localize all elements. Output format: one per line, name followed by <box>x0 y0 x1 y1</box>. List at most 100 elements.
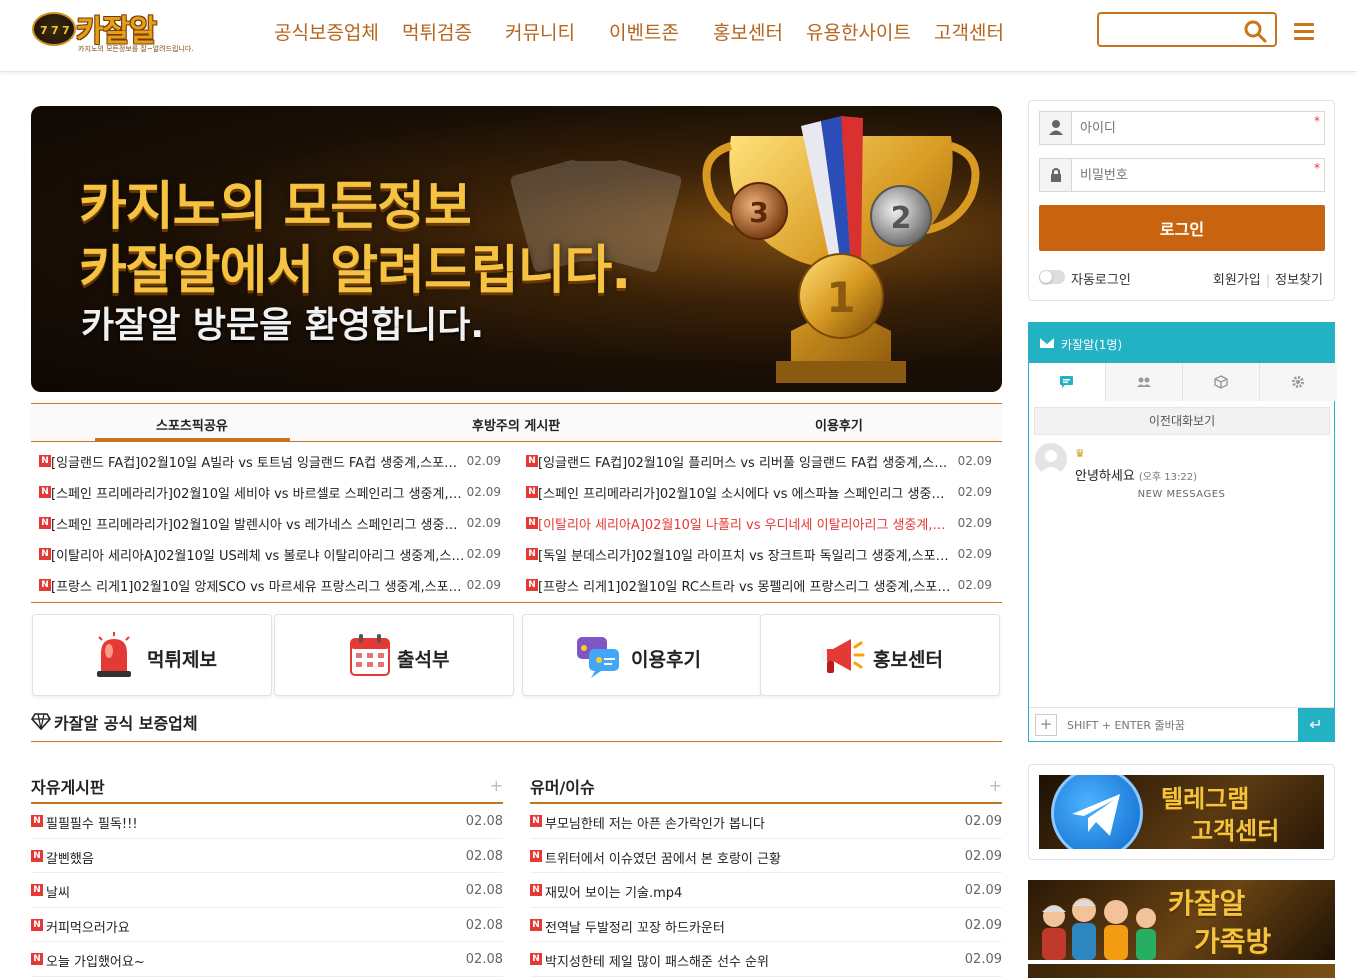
tab-sports-picks[interactable]: 스포츠픽공유 <box>156 415 228 434</box>
post-title[interactable]: [독일 분데스리가]02월10일 라이프치 vs 장크트파 독일리그 생중계,스… <box>538 545 952 564</box>
hero-banner[interactable]: 카지노의 모든정보 카잘알에서 알려드립니다. 카잘알 방문을 환영합니다. 1… <box>31 106 1002 392</box>
login-panel: * * 로그인 자동로그인 회원가입 | 정보찾기 <box>1028 100 1335 301</box>
chat-message-text: 안녕하세요 <box>1075 469 1135 484</box>
nav-partners[interactable]: 공식보증업체 <box>274 18 379 45</box>
telegram-support-banner[interactable]: 텔레그램 고객센터 <box>1039 775 1324 849</box>
avatar <box>1035 443 1067 475</box>
chat-tab-messages[interactable] <box>1029 363 1106 401</box>
signup-link[interactable]: 회원가입 <box>1213 273 1261 288</box>
trophy-icon: 1 2 3 <box>702 116 980 383</box>
new-badge: N <box>530 815 542 827</box>
chat-send-button[interactable]: ↵ <box>1298 708 1334 742</box>
hamburger-menu-icon[interactable] <box>1294 23 1314 41</box>
new-badge: N <box>530 849 542 862</box>
quick-attendance-button[interactable]: 출석부 <box>274 614 514 696</box>
id-input[interactable] <box>1080 118 1300 138</box>
list-item: N [독일 분데스리가]02월10일 라이프치 vs 장크트파 독일리그 생중계,… <box>518 543 992 574</box>
post-title[interactable]: [스페인 프리메라리가]02월10일 발렌시아 vs 레가네스 스페인리그 생중… <box>51 514 465 533</box>
diamond-icon <box>31 713 51 730</box>
search-box <box>1097 12 1277 47</box>
post-title[interactable]: 필필필수 필독!!! <box>46 813 138 832</box>
quick-label: 먹튀제보 <box>147 649 217 671</box>
password-input[interactable] <box>1080 165 1300 185</box>
post-title[interactable]: [잉글랜드 FA컵]02월10일 플리머스 vs 리버풀 잉글랜드 FA컵 생중… <box>538 452 952 471</box>
tab-nsfw-board[interactable]: 후방주의 게시판 <box>472 415 560 434</box>
post-title[interactable]: 트위터에서 이슈였던 꿈에서 본 호랑이 근황 <box>545 848 781 867</box>
post-title[interactable]: 전역날 두발정리 꼬장 하드카운터 <box>545 917 725 936</box>
more-plus-icon[interactable]: + <box>989 776 1002 795</box>
post-date: 02.09 <box>466 578 501 592</box>
post-title[interactable]: 박지성한테 제일 많이 패스해준 선수 순위 <box>545 951 769 970</box>
post-date: 02.09 <box>466 454 501 468</box>
find-account-link[interactable]: 정보찾기 <box>1275 273 1323 288</box>
envelope-icon <box>1039 336 1055 348</box>
post-title[interactable]: [잉글랜드 FA컵]02월10일 A빌라 vs 토트넘 잉글랜드 FA컵 생중계… <box>51 452 465 471</box>
post-date: 02.09 <box>957 578 992 592</box>
nav-useful-sites[interactable]: 유용한사이트 <box>806 18 911 45</box>
previous-chat-button[interactable]: 이전대화보기 <box>1034 407 1330 435</box>
more-plus-icon[interactable]: + <box>490 776 503 795</box>
quick-scam-report-button[interactable]: 먹튀제보 <box>32 614 272 696</box>
siren-icon <box>97 632 131 677</box>
chat-input[interactable] <box>1067 715 1287 735</box>
quick-label: 이용후기 <box>631 649 701 671</box>
list-item: N 박지성한테 제일 많이 패스해준 선수 순위 02.09 <box>530 942 1002 977</box>
post-title[interactable]: [프랑스 리게1]02월10일 RC스트라 vs 몽펠리에 프랑스리그 생중계,… <box>538 576 952 595</box>
section-title: 카잘알 공식 보증업체 <box>54 714 198 733</box>
users-icon <box>1137 377 1151 387</box>
telegram-support-banner-box: 텔레그램 고객센터 <box>1028 764 1335 860</box>
login-button[interactable]: 로그인 <box>1039 205 1325 251</box>
new-badge: N <box>39 548 51 560</box>
chat-add-button[interactable]: + <box>1035 714 1057 736</box>
post-date: 02.09 <box>466 547 501 561</box>
new-badge: N <box>526 548 538 560</box>
post-title[interactable]: 오늘 가입했어요~ <box>46 951 145 970</box>
nav-scam-check[interactable]: 먹튀검증 <box>402 18 472 45</box>
post-title-highlighted[interactable]: [이탈리아 세리아A]02월10일 나폴리 vs 우디네세 이탈리아리그 생중계… <box>538 514 952 533</box>
chat-input-bar: + ↵ <box>1029 707 1334 742</box>
quick-reviews-button[interactable]: 이용후기 <box>522 614 762 696</box>
board-title[interactable]: 유머/이슈 <box>530 774 595 798</box>
board-tabs: 스포츠픽공유 후방주의 게시판 이용후기 <box>31 404 1002 442</box>
tabbed-board: 스포츠픽공유 후방주의 게시판 이용후기 N [잉글랜드 FA컵]02월10일 A… <box>31 403 1002 603</box>
message-icon <box>1060 376 1073 388</box>
post-title[interactable]: 날씨 <box>46 882 70 901</box>
quick-promo-button[interactable]: 홍보센터 <box>760 614 1000 696</box>
chat-tab-users[interactable] <box>1106 363 1183 401</box>
chat-tab-box[interactable] <box>1183 363 1260 401</box>
tab-reviews[interactable]: 이용후기 <box>815 415 863 434</box>
list-item: N 부모님한테 저는 아픈 손가락인가 봅니다 02.09 <box>530 804 1002 839</box>
chat-tab-settings[interactable] <box>1260 363 1337 401</box>
nav-support[interactable]: 고객센터 <box>934 18 1004 45</box>
post-title[interactable]: 갈삔했음 <box>46 848 94 867</box>
site-logo[interactable]: 777 카잘알 카지노의 모든정보를 잘~알려드립니다. <box>32 6 194 58</box>
chat-title: 카잘알(1명) <box>1061 338 1123 352</box>
partial-banner[interactable] <box>1028 964 1335 978</box>
site-header: 777 카잘알 카지노의 모든정보를 잘~알려드립니다. 공식보증업체 먹튀검증… <box>0 0 1357 72</box>
search-input[interactable] <box>1105 19 1233 41</box>
family-room-banner[interactable]: 카잘알 가족방 <box>1028 880 1335 960</box>
post-title[interactable]: 재밌어 보이는 기술.mp4 <box>545 882 682 901</box>
chat-header: 카잘알(1명) <box>1029 323 1334 363</box>
list-item: N 전역날 두발정리 꼬장 하드카운터 02.09 <box>530 908 1002 942</box>
post-title[interactable]: [프랑스 리게1]02월10일 앙제SCO vs 마르세유 프랑스리그 생중계,… <box>51 576 465 595</box>
search-icon[interactable] <box>1243 19 1267 43</box>
post-title[interactable]: 부모님한테 저는 아픈 손가락인가 봅니다 <box>545 813 765 832</box>
post-title[interactable]: [스페인 프리메라리가]02월10일 소시에다 vs 에스파뇰 스페인리그 생중… <box>538 483 952 502</box>
chat-widget: 카잘알(1명) 이전대화보기 ♛ 안녕하세요 (오후 13:22) NEW MES… <box>1028 322 1337 742</box>
auto-login-toggle[interactable] <box>1039 270 1065 284</box>
svg-text:2: 2 <box>891 201 912 236</box>
nav-promo[interactable]: 홍보센터 <box>713 18 783 45</box>
post-title[interactable]: [이탈리아 세리아A]02월10일 US레체 vs 볼로냐 이탈리아리그 생중계… <box>51 545 465 564</box>
board-title[interactable]: 자유게시판 <box>31 774 105 798</box>
nav-events[interactable]: 이벤트존 <box>609 18 679 45</box>
chat-tabs <box>1029 363 1337 401</box>
login-links: 회원가입 | 정보찾기 <box>1213 269 1323 288</box>
family-banner-line2: 가족방 <box>1194 925 1272 958</box>
list-item: N [프랑스 리게1]02월10일 RC스트라 vs 몽펠리에 프랑스리그 생중계… <box>518 574 992 605</box>
post-title[interactable]: 커피먹으러가요 <box>46 917 130 936</box>
telegram-icon <box>1051 775 1143 849</box>
post-title[interactable]: [스페인 프리메라리가]02월10일 세비야 vs 바르셀로 스페인리그 생중계… <box>51 483 465 502</box>
nav-community[interactable]: 커뮤니티 <box>505 18 575 45</box>
post-date: 02.08 <box>465 952 503 967</box>
